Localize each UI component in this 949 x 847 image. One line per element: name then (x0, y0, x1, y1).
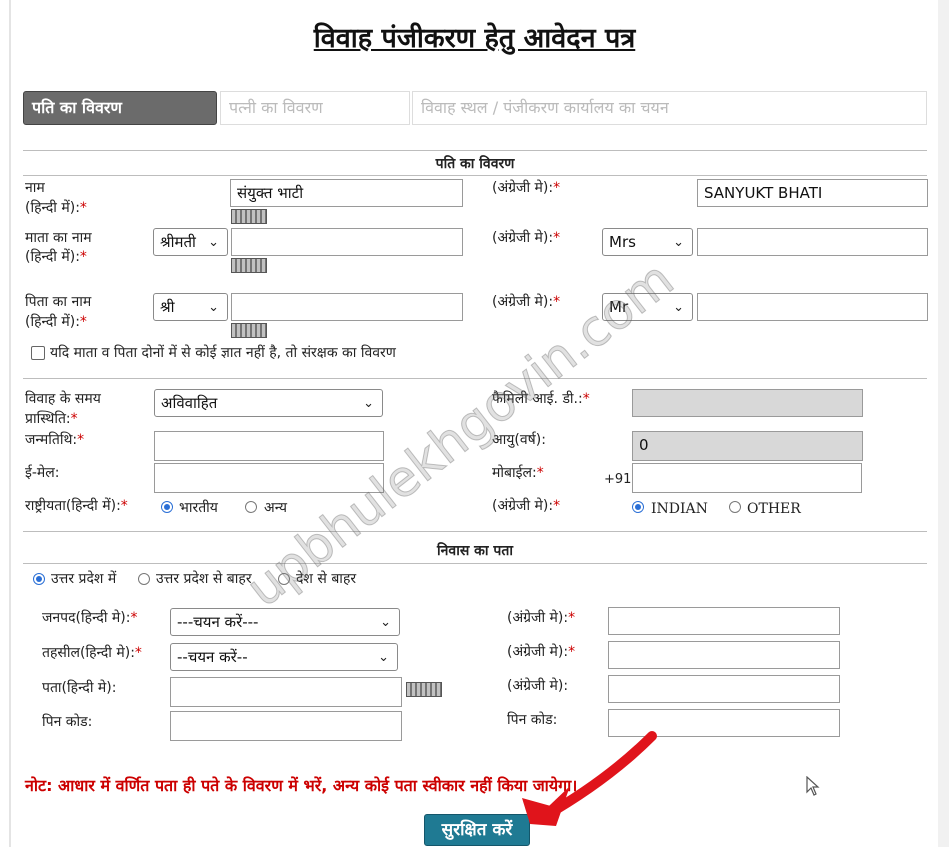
divider (23, 175, 927, 176)
name-english-label: (अंग्रेजी मे):* (492, 180, 561, 196)
age-input: 0 (632, 431, 863, 461)
hindi-keyboard-icon[interactable] (231, 209, 267, 224)
chevron-down-icon: ⌄ (380, 615, 391, 630)
nationality-indian-radio-en[interactable] (632, 501, 644, 513)
district-english-label: (अंग्रेजी मे):* (507, 610, 576, 626)
mother-english-label: (अंग्रेजी मे):* (492, 230, 561, 246)
chevron-down-icon: ⌄ (208, 235, 219, 250)
name-label: नाम (25, 180, 45, 196)
tehsil-english-input[interactable] (608, 641, 840, 669)
marital-status-label: विवाह के समय (25, 391, 101, 407)
mother-name-label: माता का नाम (25, 230, 92, 246)
mobile-country-code: +91 (604, 472, 632, 487)
nationality-indian-radio-hi[interactable] (161, 501, 173, 513)
chevron-down-icon: ⌄ (208, 300, 219, 315)
district-english-input[interactable] (608, 607, 840, 635)
mother-name-hindi-label: (हिन्दी में):* (25, 249, 87, 265)
pin-code-input[interactable] (170, 711, 402, 741)
dob-input[interactable] (154, 431, 384, 461)
pin-code-english-label: पिन कोड: (507, 712, 558, 728)
mouse-cursor-icon (806, 776, 820, 796)
aadhaar-address-note: नोट: आधार में वर्णित पता ही पते के विवरण… (25, 776, 578, 795)
tab-wife-details[interactable]: पत्नी का विवरण (220, 91, 410, 125)
district-select[interactable]: ---चयन करें--- ⌄ (170, 608, 400, 636)
right-scrollbar[interactable] (938, 0, 949, 847)
nationality-english-label: (अंग्रेजी मे):* (492, 498, 561, 514)
father-name-hindi-label: (हिन्दी में):* (25, 314, 87, 330)
divider (23, 150, 927, 151)
name-english-input[interactable]: SANYUKT BHATI (697, 179, 928, 207)
nationality-other-label-en: OTHER (747, 501, 801, 517)
guardian-checkbox[interactable] (31, 346, 45, 360)
marital-status-label-2: प्रास्थिति:* (25, 411, 78, 427)
chevron-down-icon: ⌄ (363, 396, 374, 411)
name-hindi-input[interactable]: संयुक्त भाटी (230, 179, 463, 207)
nationality-indian-label-en: INDIAN (651, 501, 708, 517)
page-title: विवाह पंजीकरण हेतु आवेदन पत्र (313, 23, 636, 54)
nationality-indian-label-hi: भारतीय (179, 500, 218, 516)
marital-status-select[interactable]: अविवाहित ⌄ (154, 389, 383, 417)
hindi-keyboard-icon[interactable] (231, 323, 267, 338)
left-edge (9, 0, 11, 847)
father-english-label: (अंग्रेजी मे):* (492, 294, 561, 310)
address-up-radio[interactable] (33, 573, 45, 585)
section-husband-heading: पति का विवरण (435, 156, 515, 172)
father-name-english-input[interactable] (697, 293, 928, 321)
family-id-input[interactable] (632, 389, 863, 417)
divider (23, 563, 927, 564)
mobile-label: मोबाईल:* (492, 465, 544, 481)
tehsil-select[interactable]: --चयन करें-- ⌄ (170, 643, 398, 671)
address-up-label: उत्तर प्रदेश में (51, 571, 117, 587)
nationality-label: राष्ट्रीयता(हिन्दी में):* (25, 498, 128, 514)
father-name-hindi-input[interactable] (231, 293, 463, 321)
address-hindi-input[interactable] (170, 677, 402, 707)
tehsil-label: तहसील(हिन्दी मे):* (42, 645, 142, 661)
address-english-label: (अंग्रेजी मे): (507, 678, 569, 694)
divider (23, 531, 927, 532)
nationality-other-label-hi: अन्य (264, 500, 287, 516)
section-address-heading: निवास का पता (437, 543, 513, 559)
address-english-input[interactable] (608, 675, 840, 703)
mobile-input[interactable] (632, 463, 862, 493)
district-label: जनपद(हिन्दी मे):* (42, 610, 138, 626)
father-title-hindi-select[interactable]: श्री ⌄ (153, 293, 228, 321)
hindi-keyboard-icon[interactable] (406, 682, 442, 697)
dob-label: जन्मतिथि:* (25, 432, 85, 448)
nationality-other-radio-hi[interactable] (245, 501, 257, 513)
pin-code-label: पिन कोड: (42, 714, 93, 730)
divider (23, 378, 927, 379)
name-hindi-label: (हिन्दी में):* (25, 200, 87, 216)
chevron-down-icon: ⌄ (378, 650, 389, 665)
email-label: ई-मेल: (25, 465, 60, 481)
nationality-other-radio-en[interactable] (729, 501, 741, 513)
address-outside-up-radio[interactable] (138, 573, 150, 585)
mother-name-hindi-input[interactable] (231, 228, 463, 256)
red-arrow-annotation (522, 731, 657, 826)
father-name-label: पिता का नाम (25, 294, 92, 310)
mother-name-english-input[interactable] (697, 228, 928, 256)
guardian-checkbox-label: यदि माता व पिता दोनों में से कोई ज्ञात न… (50, 345, 396, 361)
tehsil-english-label: (अंग्रेजी मे):* (507, 644, 576, 660)
mother-title-hindi-select[interactable]: श्रीमती ⌄ (153, 228, 228, 256)
address-hindi-label: पता(हिन्दी मे): (42, 680, 117, 696)
hindi-keyboard-icon[interactable] (231, 258, 267, 273)
tab-husband-details[interactable]: पति का विवरण (23, 91, 217, 125)
tab-venue-office[interactable]: विवाह स्थल / पंजीकरण कार्यालय का चयन (412, 91, 927, 125)
